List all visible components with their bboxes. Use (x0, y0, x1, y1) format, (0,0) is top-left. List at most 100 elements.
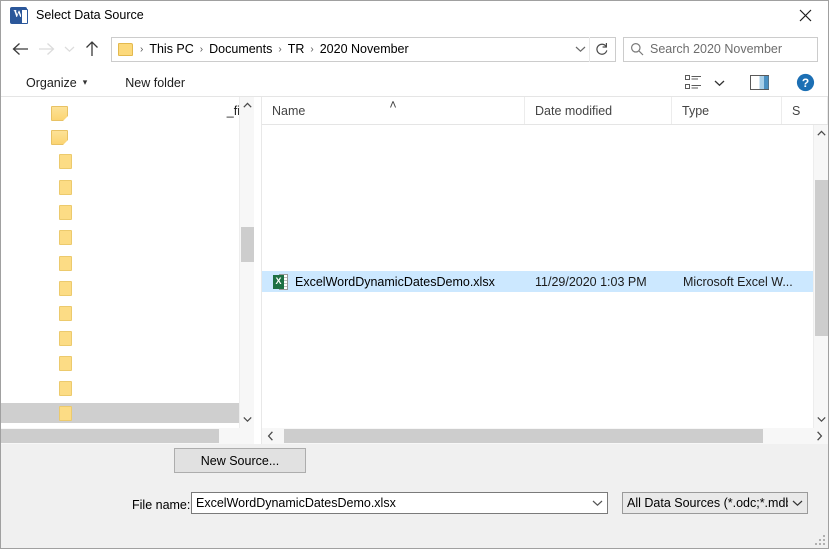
toolbar-right-group: ? (678, 71, 820, 95)
chevron-down-icon (242, 416, 252, 423)
address-bar[interactable]: › This PC › Documents › TR › 2020 Novemb… (111, 36, 616, 62)
filelist-hscroll-track[interactable] (279, 428, 811, 444)
column-header-date-modified[interactable]: Date modified (525, 97, 672, 124)
file-type-filter-dropdown[interactable]: All Data Sources (*.odc;*.mdb;* (622, 492, 808, 514)
help-icon: ? (796, 73, 814, 92)
back-button[interactable] (7, 36, 33, 62)
column-header-row: ˄ Name Date modified Type S (262, 97, 828, 125)
navpane-vertical-scrollbar[interactable] (239, 97, 254, 428)
chevron-up-icon (242, 102, 252, 108)
navigation-tree[interactable]: _fi (1, 97, 254, 428)
nav-tree-item[interactable] (1, 177, 72, 197)
chevron-down-icon (575, 46, 585, 53)
recent-locations-button[interactable] (59, 36, 79, 62)
resize-grip[interactable] (814, 534, 825, 545)
column-header-type[interactable]: Type (672, 97, 782, 124)
nav-tree-item[interactable] (1, 403, 240, 423)
folder-icon (59, 179, 72, 195)
nav-tree-item[interactable] (1, 103, 68, 123)
column-label-type: Type (682, 103, 710, 118)
select-data-source-dialog: Select Data Source (0, 0, 829, 549)
navpane-hscroll-track[interactable] (1, 428, 254, 444)
nav-tree-item[interactable] (1, 303, 72, 323)
breadcrumb-separator: › (140, 43, 144, 55)
nav-tree-item[interactable] (1, 202, 72, 222)
sort-ascending-icon: ˄ (389, 98, 397, 112)
close-button[interactable] (783, 1, 828, 29)
file-name-value[interactable]: ExcelWordDynamicDatesDemo.xlsx (196, 496, 588, 510)
new-source-button[interactable]: New Source... (174, 448, 306, 473)
chevron-down-icon (592, 500, 603, 507)
column-label-name: Name (272, 103, 306, 118)
nav-tree-item[interactable] (1, 253, 72, 273)
navpane-hscroll-thumb[interactable] (1, 429, 219, 443)
nav-tree-item[interactable] (1, 227, 72, 247)
chevron-down-icon (714, 80, 724, 86)
address-dropdown-button[interactable] (571, 38, 589, 61)
file-name-cell: ExcelWordDynamicDatesDemo.xlsx (295, 274, 495, 289)
filelist-vertical-scrollbar[interactable] (813, 125, 828, 428)
filelist-scroll-thumb[interactable] (814, 179, 828, 336)
file-name-field[interactable]: ExcelWordDynamicDatesDemo.xlsx (191, 492, 608, 514)
folder-icon (59, 204, 72, 220)
search-box[interactable]: Search 2020 November (623, 36, 818, 62)
nav-tree-item[interactable] (1, 127, 68, 147)
file-list[interactable]: X ExcelWordDynamicDatesDemo.xlsx 11/29/202… (262, 125, 828, 428)
chevron-right-icon (817, 431, 823, 441)
organize-button[interactable]: Organize ▾ (19, 73, 94, 93)
folder-icon (59, 229, 72, 245)
navpane-horizontal-scrollbar[interactable] (1, 428, 254, 444)
scroll-up-button[interactable] (813, 125, 828, 142)
column-header-size[interactable]: S (782, 97, 828, 124)
column-header-name[interactable]: ˄ Name (262, 97, 525, 124)
table-row[interactable]: X ExcelWordDynamicDatesDemo.xlsx 11/29/202… (262, 271, 813, 292)
nav-tree-item[interactable] (1, 278, 72, 298)
scroll-down-button[interactable] (813, 411, 828, 428)
view-dropdown-button[interactable] (710, 71, 728, 95)
breadcrumb-item-tr[interactable]: TR (285, 40, 308, 58)
column-label-size: S (792, 103, 801, 118)
nav-tree-item[interactable] (1, 353, 72, 373)
help-button[interactable]: ? (790, 71, 820, 95)
navpane-scroll-track[interactable] (240, 114, 255, 411)
up-button[interactable] (79, 36, 105, 62)
scroll-down-button[interactable] (239, 411, 254, 428)
file-type-filter-value: All Data Sources (*.odc;*.mdb;* (627, 496, 788, 510)
arrow-up-icon (86, 41, 98, 56)
search-input[interactable]: Search 2020 November (650, 42, 782, 56)
folder-icon (59, 355, 72, 371)
folder-icon (118, 42, 134, 56)
arrow-left-icon (12, 43, 28, 55)
filelist-hscroll-thumb[interactable] (284, 429, 764, 443)
view-options-button[interactable] (678, 71, 708, 95)
folder-icon (59, 255, 72, 271)
scroll-up-button[interactable] (239, 97, 254, 114)
scroll-left-button[interactable] (262, 428, 279, 444)
nav-tree-item[interactable] (1, 151, 72, 171)
dialog-body: _fi ˄ Name Date modified Type S X ExcelW… (1, 97, 828, 444)
navpane-scroll-thumb[interactable] (240, 226, 254, 263)
new-folder-label: New folder (125, 75, 186, 90)
chevron-down-icon: ▾ (82, 77, 88, 87)
nav-tree-item[interactable] (1, 328, 72, 348)
refresh-button[interactable] (589, 36, 613, 62)
new-folder-button[interactable]: New folder (118, 73, 192, 93)
preview-pane-button[interactable] (744, 71, 774, 95)
breadcrumb-item-2020-november[interactable]: 2020 November (317, 40, 412, 58)
file-name-dropdown-button[interactable] (588, 493, 607, 513)
filelist-horizontal-scrollbar[interactable] (262, 428, 828, 444)
scroll-right-button[interactable] (811, 428, 828, 444)
folder-icon (51, 105, 68, 121)
folder-icon (59, 330, 72, 346)
breadcrumb-separator: › (278, 43, 282, 55)
forward-button[interactable] (33, 36, 59, 62)
breadcrumb-item-this-pc[interactable]: This PC (146, 40, 196, 58)
chevron-up-icon (816, 130, 826, 136)
nav-tree-item[interactable] (1, 378, 72, 398)
file-name-label: File name: (132, 498, 191, 512)
filelist-scroll-track[interactable] (814, 142, 829, 411)
breadcrumb-item-documents[interactable]: Documents (206, 40, 275, 58)
folder-icon (51, 129, 68, 145)
folder-icon (59, 405, 72, 421)
file-type-dropdown-caret[interactable] (788, 493, 807, 513)
